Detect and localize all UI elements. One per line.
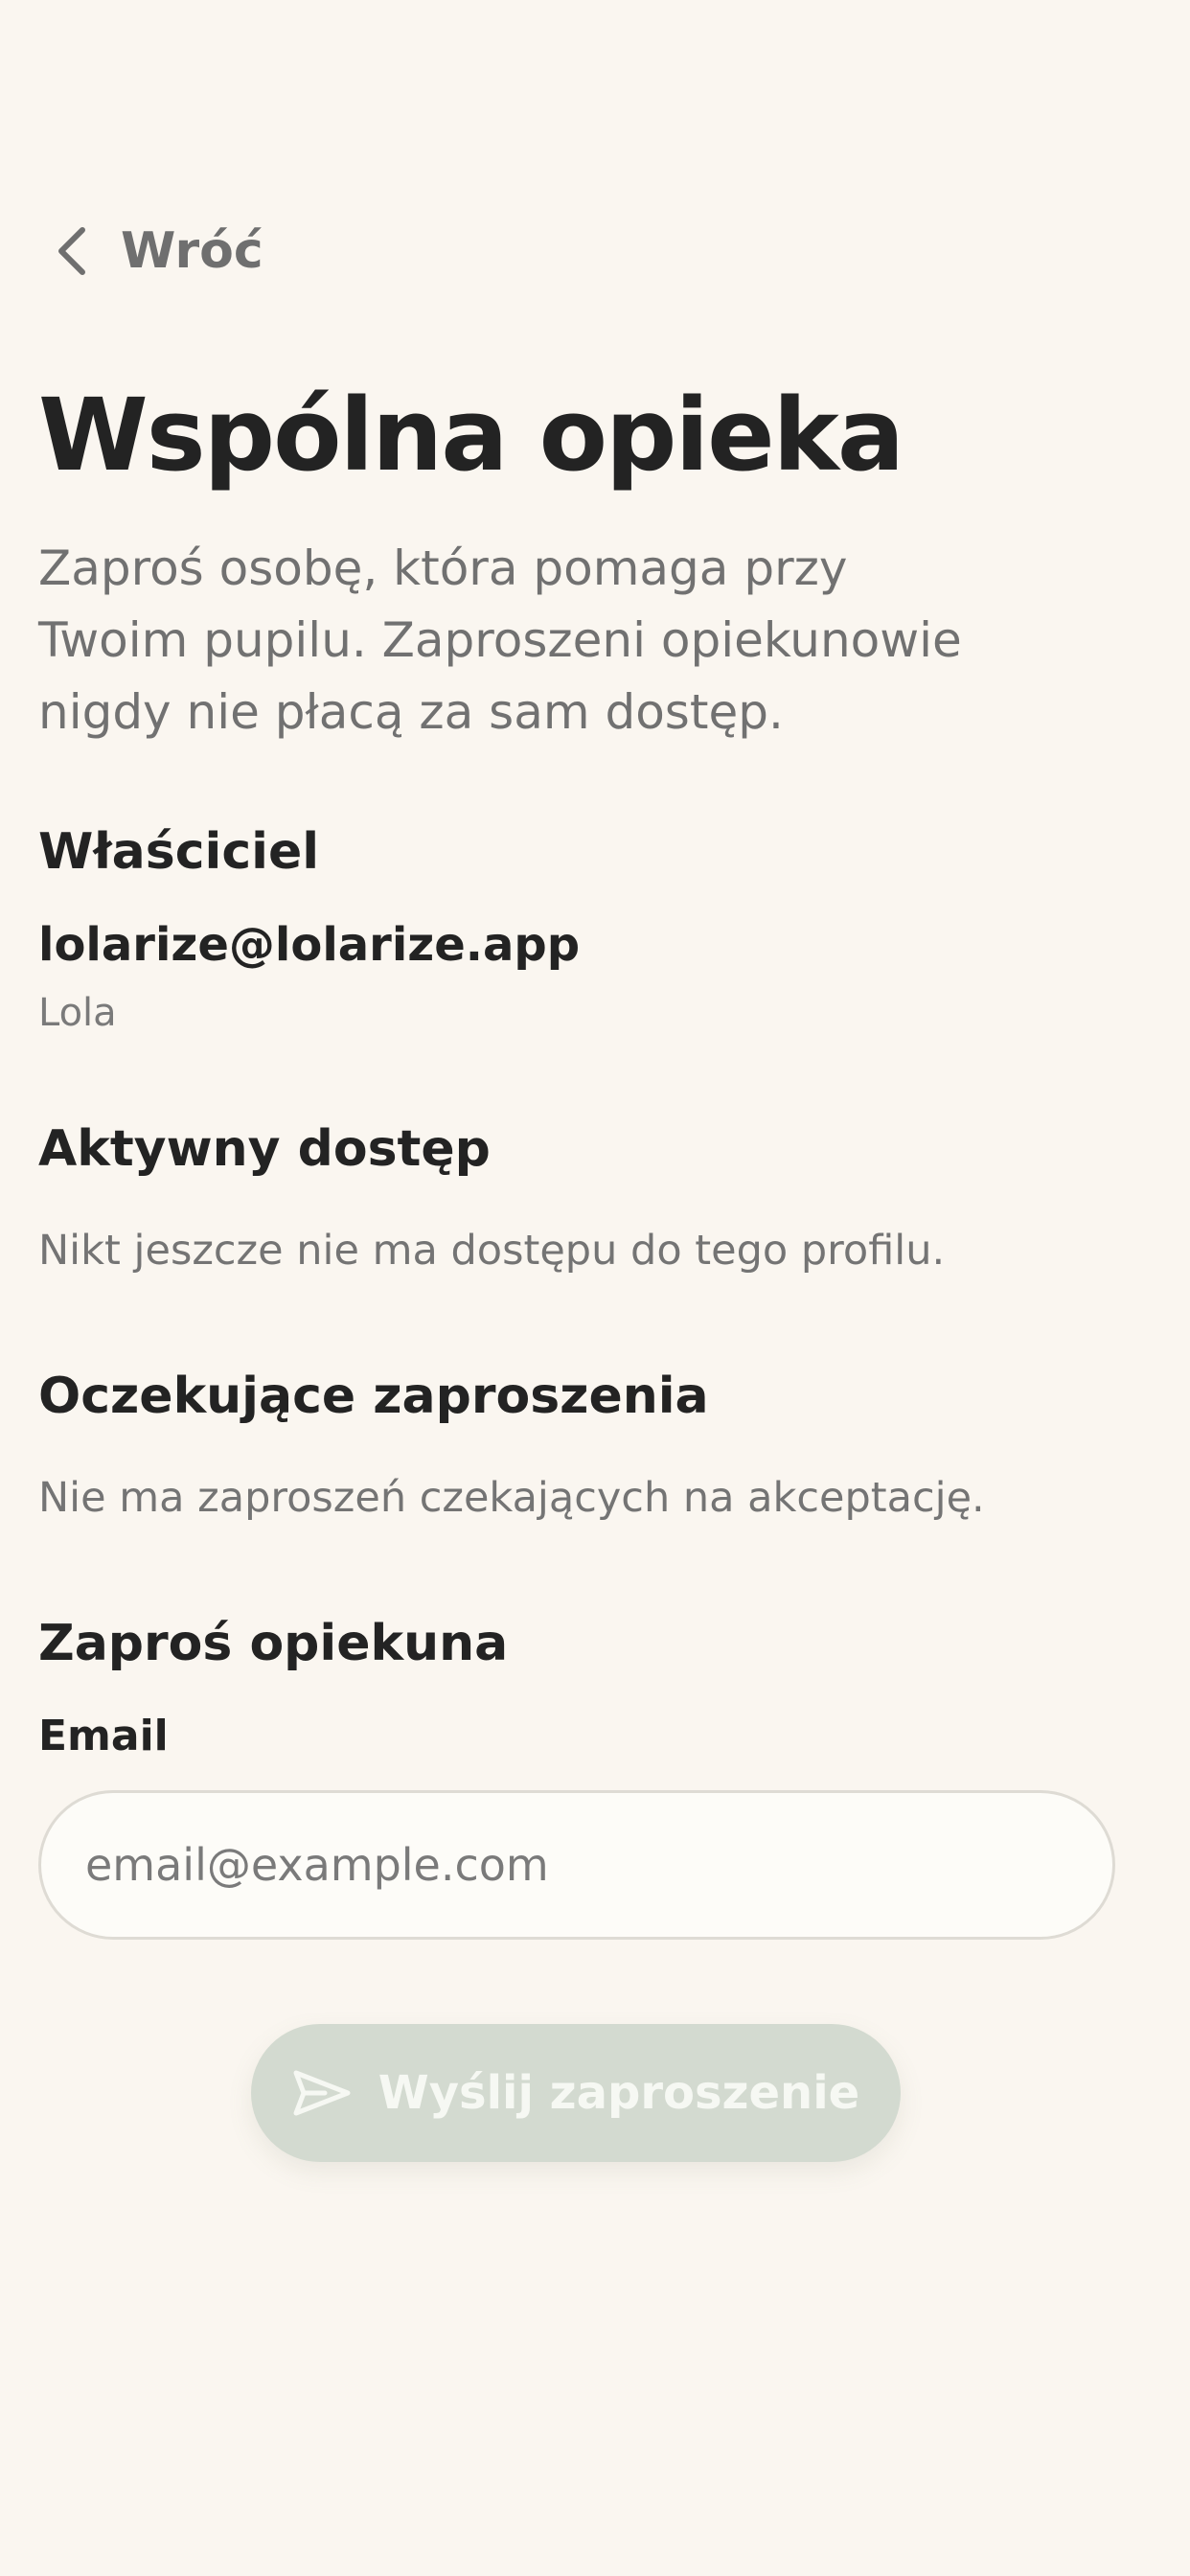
back-button[interactable]: Wróć xyxy=(54,217,263,286)
pending-invites-heading: Oczekujące zaproszenia xyxy=(38,1368,709,1425)
page-intro: Zaproś osobę, która pomaga przy Twoim pu… xyxy=(38,540,962,740)
page-title: Wspólna opieka xyxy=(38,377,904,494)
active-access-heading: Aktywny dostęp xyxy=(38,1120,491,1178)
email-input[interactable] xyxy=(38,1790,1115,1940)
active-access-empty-text: Nikt jeszcze nie ma dostępu do tego prof… xyxy=(38,1227,946,1275)
pending-invites-empty-text: Nie ma zaproszeń czekających na akceptac… xyxy=(38,1474,985,1522)
send-icon xyxy=(292,2069,352,2117)
send-invite-button[interactable]: Wyślij zaproszenie xyxy=(251,2024,901,2162)
owner-email: lolarize@lolarize.app xyxy=(38,918,581,972)
invite-heading: Zaproś opiekuna xyxy=(38,1615,509,1672)
send-invite-label: Wyślij zaproszenie xyxy=(378,2066,860,2120)
owner-name: Lola xyxy=(38,991,117,1035)
back-label: Wróć xyxy=(121,222,263,280)
email-label: Email xyxy=(38,1712,169,1760)
owner-heading: Właściciel xyxy=(38,823,320,881)
chevron-left-icon xyxy=(54,224,92,278)
